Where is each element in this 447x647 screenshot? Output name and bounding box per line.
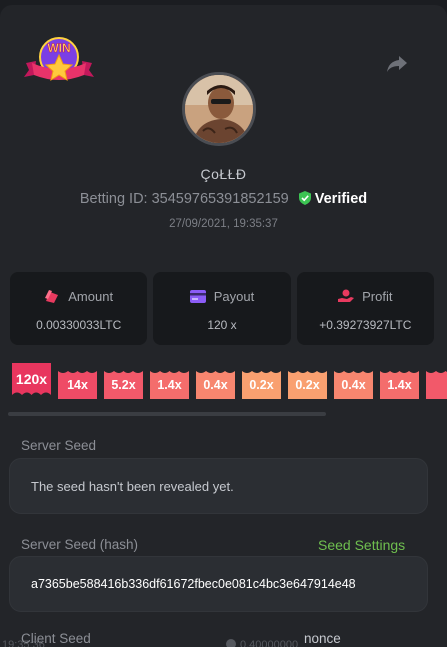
betting-id-label: Betting ID:	[79, 191, 148, 207]
win-badge: WIN	[22, 35, 96, 91]
win-badge-text: WIN	[47, 41, 70, 55]
bet-details-modal: WIN ÇoŁŁĐ Betting ID: 35459765391852159 …	[0, 5, 447, 647]
username: ÇoŁŁĐ	[200, 166, 247, 182]
stats-row: Amount 0.00330033LTC Payout 120 x Profit	[10, 272, 434, 345]
multiplier-chip: 0.4x	[196, 371, 235, 399]
background-amount: 0.40000000	[240, 639, 299, 647]
multiplier-chip: 14x	[58, 371, 97, 399]
stat-amount-value: 0.00330033LTC	[36, 318, 122, 332]
multiplier-row[interactable]: 120x 14x 5.2x 1.4x 0.4x 0.2x 0.2x 0.4x 1…	[0, 363, 447, 403]
hand-coin-icon	[338, 289, 355, 302]
bet-datetime: 27/09/2021, 19:35:37	[169, 218, 278, 230]
stat-profit-value: +0.39273927LTC	[319, 318, 412, 332]
server-seed-label: Server Seed	[21, 438, 97, 453]
avatar	[182, 72, 256, 146]
stat-profit: Profit +0.39273927LTC	[296, 272, 434, 345]
stat-amount-label: Amount	[68, 289, 114, 304]
stat-amount: Amount 0.00330033LTC	[10, 272, 148, 345]
stat-payout: Payout 120 x	[153, 272, 291, 345]
background-amount-row: 0.40000000	[226, 639, 298, 647]
multiplier-chip: 120x	[12, 363, 51, 395]
stat-profit-label: Profit	[362, 289, 393, 304]
server-seed-hash-field[interactable]: a7365be588416b336df61672fbec0e081c4bc3e6…	[9, 556, 428, 612]
nonce-label: nonce	[304, 631, 341, 646]
server-seed-hash-label: Server Seed (hash)	[21, 537, 139, 552]
verified-shield-icon	[298, 191, 311, 205]
multiplier-chip-partial	[426, 371, 447, 399]
multiplier-chip: 0.2x	[288, 371, 327, 399]
server-seed-hash-value: a7365be588416b336df61672fbec0e081c4bc3e6…	[31, 577, 356, 591]
stat-payout-label: Payout	[213, 289, 255, 304]
share-arrow-icon[interactable]	[386, 55, 408, 73]
betting-id-row: Betting ID: 35459765391852159 Verified	[0, 191, 447, 207]
coins-icon	[45, 290, 59, 303]
background-time: 19:35:36	[2, 639, 45, 647]
server-seed-value: The seed hasn't been revealed yet.	[31, 479, 234, 494]
multiplier-scrollbar[interactable]	[8, 412, 326, 416]
server-seed-field[interactable]: The seed hasn't been revealed yet.	[9, 458, 428, 514]
verified-label: Verified	[314, 191, 368, 207]
seed-settings-link[interactable]: Seed Settings	[318, 537, 405, 553]
multiplier-chip: 0.2x	[242, 371, 281, 399]
multiplier-chip: 1.4x	[380, 371, 419, 399]
betting-id-value: 35459765391852159	[151, 191, 289, 207]
multiplier-chip: 0.4x	[334, 371, 373, 399]
multiplier-chip: 1.4x	[150, 371, 189, 399]
multiplier-chip: 5.2x	[104, 371, 143, 399]
ltc-coin-icon	[226, 639, 236, 647]
card-icon	[189, 290, 206, 303]
stat-payout-value: 120 x	[207, 318, 237, 332]
